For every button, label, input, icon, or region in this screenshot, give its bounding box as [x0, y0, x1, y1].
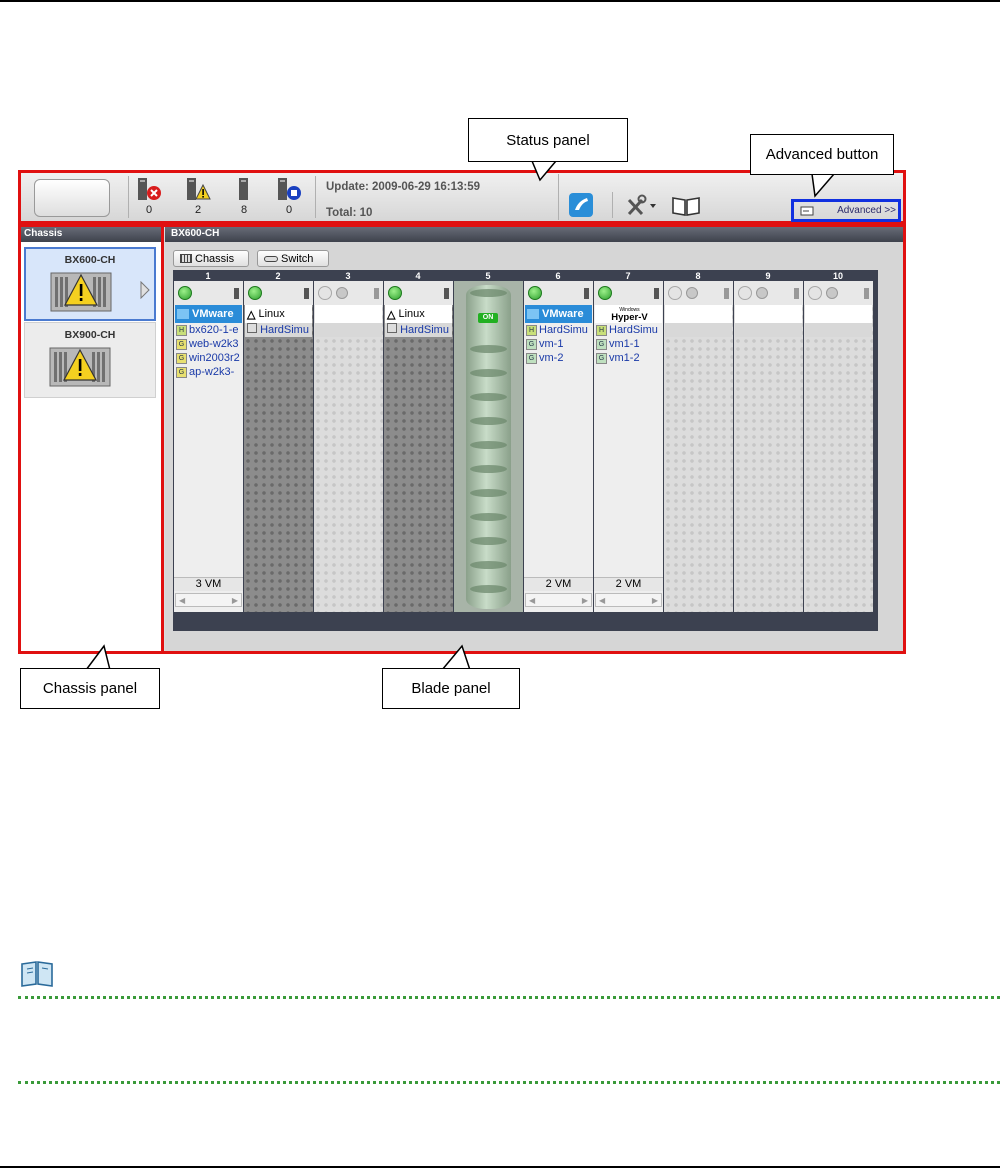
note-book-icon: [21, 961, 53, 987]
note-top-divider: [18, 996, 1000, 999]
callout-chassis-panel: Chassis panel: [20, 668, 160, 709]
callout-status-panel: Status panel: [468, 118, 628, 162]
note-bottom-divider: [18, 1081, 1000, 1084]
callout-advanced-button: Advanced button: [750, 134, 894, 175]
callout-leaders: [85, 160, 835, 671]
bottom-rule: [0, 1166, 1000, 1168]
callout-blade-panel: Blade panel: [382, 668, 520, 709]
